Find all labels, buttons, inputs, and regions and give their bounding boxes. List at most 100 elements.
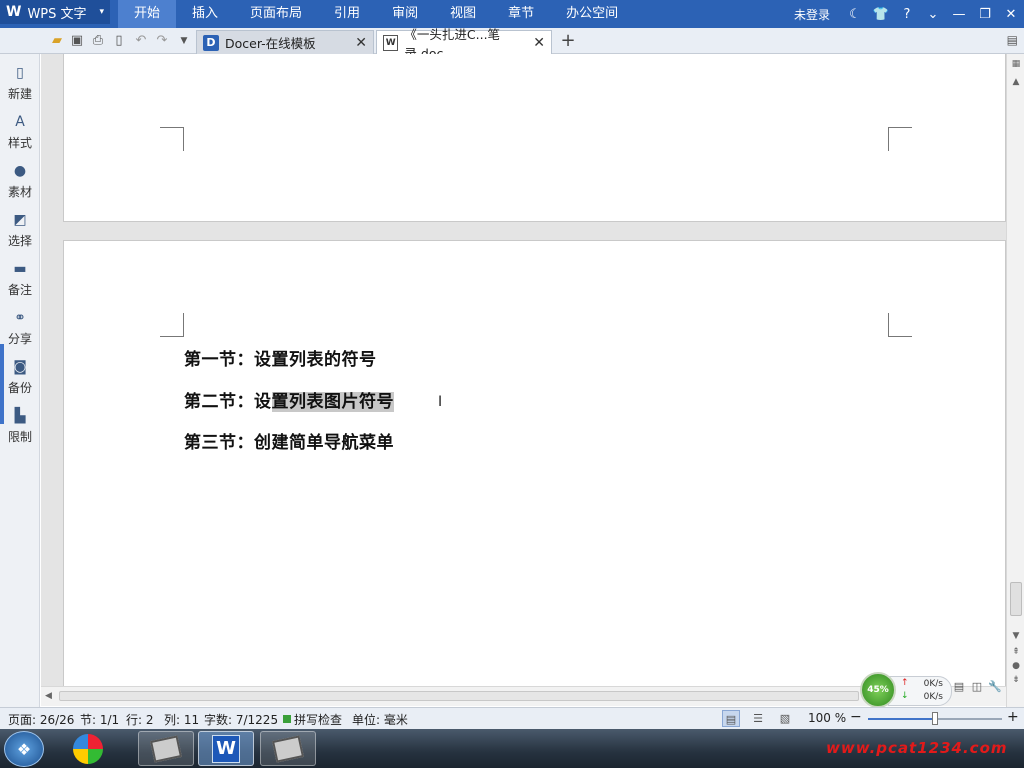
skin-icon[interactable]: ☾: [842, 0, 868, 28]
status-word-count[interactable]: 字数: 7/1225: [204, 711, 278, 728]
redo-icon[interactable]: ↷: [153, 32, 171, 50]
tab-document[interactable]: W 《一头扎进C...笔录.doc ✕: [376, 27, 552, 61]
taskbar-wps-writer[interactable]: W: [198, 731, 254, 766]
menu-page-layout[interactable]: 页面布局: [234, 0, 318, 28]
sidebar-item-material[interactable]: ● 素材: [0, 158, 40, 204]
zoom-slider-knob[interactable]: [932, 712, 938, 725]
print-preview-icon[interactable]: ▯: [110, 32, 128, 50]
select-browse-object-icon[interactable]: ●: [1010, 660, 1022, 672]
scroll-left-icon[interactable]: ◀: [45, 691, 52, 701]
taskbar-recorder-1[interactable]: [138, 731, 194, 766]
heading-line-2[interactable]: 第二节：设置列表图片符号: [184, 387, 394, 412]
heading-line-3[interactable]: 第三节：创建简单导航菜单: [184, 428, 394, 453]
save-icon[interactable]: ▣: [68, 32, 86, 50]
sidebar-item-style[interactable]: A 样式: [0, 109, 40, 155]
sidebar-toggle-icon[interactable]: ▦: [1010, 58, 1022, 70]
new-doc-icon: ▯: [16, 64, 24, 81]
taskbar-recorder-2[interactable]: [260, 731, 316, 766]
heading-text: 第二节：设: [184, 392, 272, 412]
shirt-icon[interactable]: 👕: [868, 0, 894, 28]
chevron-down-icon: ▾: [99, 7, 104, 17]
heading-text: 第一节：设置列表的符号: [184, 350, 377, 370]
help-icon[interactable]: ?: [894, 0, 920, 28]
gallery-icon[interactable]: ▤: [950, 678, 968, 696]
minimize-icon[interactable]: —: [946, 0, 972, 28]
close-icon[interactable]: ✕: [533, 35, 545, 51]
document-canvas[interactable]: 第一节：设置列表的符号 第二节：设置列表图片符号 第三节：创建简单导航菜单 I: [41, 54, 1006, 686]
network-speed-widget[interactable]: ↑ 0K/s ↓ 0K/s 45% ▤ ◫ 🔧: [858, 670, 1008, 710]
sidebar-item-share[interactable]: ⚭ 分享: [0, 305, 40, 351]
scroll-thumb[interactable]: [1010, 582, 1022, 616]
menu-office-space[interactable]: 办公空间: [550, 0, 634, 28]
compare-icon[interactable]: ◫: [968, 678, 986, 696]
menu-references[interactable]: 引用: [318, 0, 376, 28]
sidebar-item-new[interactable]: ▯ 新建: [0, 60, 40, 106]
tab-bar: ▰ ▣ ⎙ ▯ ↶ ↷ ▼ D Docer-在线模板 ✕ W 《一头扎进C...…: [0, 27, 1024, 61]
sidebar-item-backup[interactable]: ◙ 备份: [0, 354, 40, 400]
ribbon-collapse-icon[interactable]: ⌄: [920, 0, 946, 28]
status-unit[interactable]: 单位: 毫米: [352, 711, 408, 728]
live-messenger-icon: [73, 733, 103, 764]
comment-icon: ▬: [13, 260, 27, 277]
zoom-in-button[interactable]: +: [1007, 709, 1019, 725]
text-cursor-icon: I: [438, 394, 443, 410]
download-speed: 0K/s: [923, 692, 943, 702]
menu-insert[interactable]: 插入: [176, 0, 234, 28]
sidebar-item-select[interactable]: ◩ 选择: [0, 207, 40, 253]
margin-corner-mark: [888, 313, 912, 337]
sidebar-item-label: 选择: [7, 233, 32, 248]
main-menu: 开始 插入 页面布局 引用 审阅 视图 章节 办公空间: [118, 0, 634, 28]
material-icon: ●: [13, 162, 27, 179]
close-icon[interactable]: ✕: [998, 0, 1024, 28]
heading-text: 第三节：创建简单导航菜单: [184, 433, 394, 453]
windows-logo-icon: ❖: [16, 739, 32, 759]
taskbar-live-messenger[interactable]: [60, 731, 116, 766]
app-menu-button[interactable]: W WPS 文字 ▾: [0, 0, 110, 24]
tab-docer-templates[interactable]: D Docer-在线模板 ✕: [196, 30, 374, 54]
outline-view-icon[interactable]: ☰: [749, 710, 767, 727]
sidebar-item-label: 新建: [7, 86, 32, 101]
sidebar-collapse-handle[interactable]: [0, 344, 4, 424]
scroll-down-icon[interactable]: ▼: [1010, 630, 1022, 642]
wrench-icon[interactable]: 🔧: [986, 678, 1004, 696]
login-link[interactable]: 未登录: [794, 6, 830, 23]
wps-logo-icon: W: [6, 4, 22, 20]
sidebar-item-label: 样式: [7, 135, 32, 150]
page-view-icon[interactable]: ▤: [722, 710, 740, 727]
zoom-out-button[interactable]: −: [850, 709, 862, 725]
new-tab-button[interactable]: +: [558, 31, 578, 51]
upload-speed: 0K/s: [923, 679, 943, 689]
spell-check-button[interactable]: 拼写检查: [294, 711, 342, 728]
open-folder-icon[interactable]: ▰: [48, 32, 66, 50]
download-arrow-icon: ↓: [901, 691, 909, 701]
scroll-up-icon[interactable]: ▲: [1010, 76, 1022, 88]
start-button[interactable]: ❖: [4, 731, 44, 767]
scroll-thumb[interactable]: [59, 691, 859, 701]
memory-usage-gauge[interactable]: 45%: [860, 672, 896, 708]
sidebar-item-restrict[interactable]: ▙ 限制: [0, 403, 40, 449]
print-icon[interactable]: ⎙: [89, 32, 107, 50]
sidebar-item-label: 限制: [7, 429, 32, 444]
restore-icon[interactable]: ❐: [972, 0, 998, 28]
status-column: 列: 11: [164, 713, 200, 727]
sidebar-item-comment[interactable]: ▬ 备注: [0, 256, 40, 302]
vertical-scrollbar[interactable]: ▦ ▲ ▼ ⇞ ● ⇟: [1006, 54, 1024, 708]
next-page-icon[interactable]: ⇟: [1010, 674, 1022, 686]
sidebar-item-label: 备份: [7, 380, 32, 395]
heading-line-1[interactable]: 第一节：设置列表的符号: [184, 345, 377, 370]
page-current[interactable]: 第一节：设置列表的符号 第二节：设置列表图片符号 第三节：创建简单导航菜单 I: [63, 240, 1006, 686]
close-icon[interactable]: ✕: [355, 35, 367, 51]
restrict-icon: ▙: [14, 407, 26, 424]
previous-page-icon[interactable]: ⇞: [1010, 646, 1022, 658]
zoom-level[interactable]: 100 %: [808, 711, 846, 725]
tab-label: Docer-在线模板: [225, 36, 316, 51]
menu-home[interactable]: 开始: [118, 0, 177, 28]
quick-access-dropdown-icon[interactable]: ▼: [175, 32, 193, 50]
undo-icon[interactable]: ↶: [132, 32, 150, 50]
docer-icon: D: [203, 34, 219, 51]
status-page: 页面: 26/26: [8, 713, 75, 727]
tab-list-icon[interactable]: ▤: [1007, 33, 1018, 47]
web-view-icon[interactable]: ▧: [776, 710, 794, 727]
status-row: 行: 2: [126, 713, 154, 727]
margin-corner-mark: [888, 127, 912, 151]
